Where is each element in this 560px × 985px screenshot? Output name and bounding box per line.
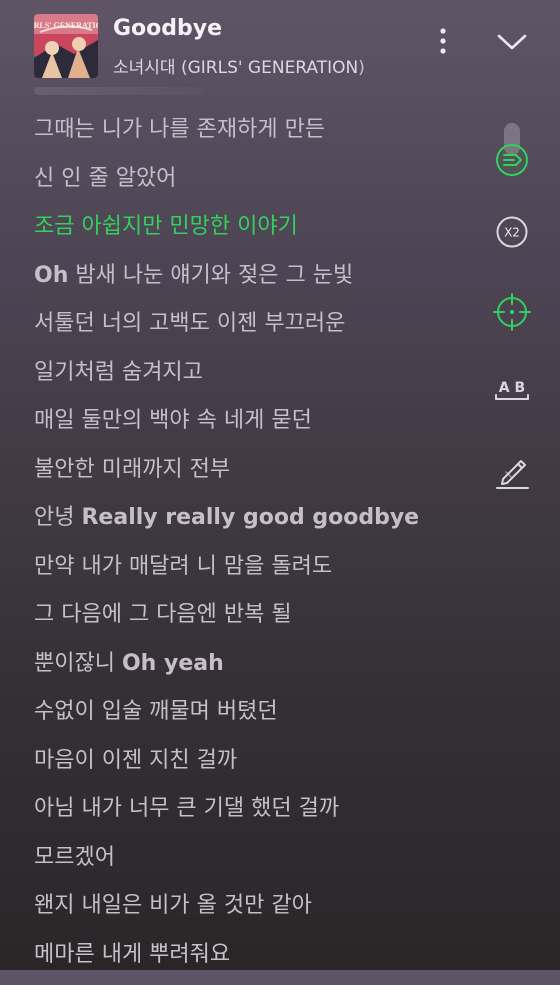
lyric-line[interactable]: 서툴던 너의 고백도 이젠 부끄러운	[34, 306, 474, 355]
lyric-line[interactable]: 마음이 이젠 지친 걸까	[34, 743, 474, 792]
lyric-line[interactable]: 왠지 내일은 비가 올 것만 같아	[34, 888, 474, 937]
lyric-text: 밤새 나눈 얘기와 젖은 그 눈빛	[68, 263, 353, 288]
lyrics-list: 그때는 니가 나를 존재하게 만든신 인 줄 알았어조금 아쉽지만 민망한 이야…	[34, 112, 474, 985]
lyric-text: 신 인 줄 알았어	[34, 166, 176, 191]
lyric-line[interactable]: 만약 내가 매달려 니 맘을 돌려도	[34, 549, 474, 598]
previous-lyric-fade	[34, 87, 204, 95]
lyric-text: 왠지 내일은 비가 올 것만 같아	[34, 893, 312, 918]
lyric-text: 그 다음에 그 다음엔 반복 될	[34, 602, 292, 627]
lyric-line[interactable]: 모르겠어	[34, 840, 474, 889]
lyric-text: 안녕	[34, 505, 81, 530]
lyric-text: 그때는 니가 나를 존재하게 만든	[34, 117, 325, 142]
lyric-line[interactable]: 그때는 니가 나를 존재하게 만든	[34, 112, 474, 161]
locate-current-button[interactable]	[490, 290, 534, 334]
album-art-image: GIRLS' GENERATION	[34, 14, 98, 78]
album-art[interactable]: GIRLS' GENERATION	[34, 14, 98, 78]
chevron-down-icon	[494, 28, 530, 56]
artist-name[interactable]: 소녀시대 (GIRLS' GENERATION)	[113, 53, 395, 78]
lyric-text: Really really good goodbye	[81, 505, 419, 530]
player-header: GIRLS' GENERATION Goodbye 소녀시대 (GIRLS' G…	[0, 0, 560, 90]
lyric-text: 아님 내가 너무 큰 기댈 했던 걸까	[34, 796, 339, 821]
lyric-line[interactable]: 그 다음에 그 다음엔 반복 될	[34, 597, 474, 646]
lyric-text: 일기처럼 숨겨지고	[34, 360, 203, 385]
lyric-text: 모르겠어	[34, 845, 115, 870]
song-title: Goodbye	[113, 16, 222, 41]
lyric-line[interactable]: 아님 내가 너무 큰 기댈 했던 걸까	[34, 791, 474, 840]
svg-text:A B: A B	[499, 380, 525, 396]
lyric-text: 만약 내가 매달려 니 맘을 돌려도	[34, 554, 332, 579]
collapse-button[interactable]	[494, 28, 530, 56]
svg-text:X2: X2	[504, 226, 520, 240]
translate-button[interactable]: A B	[490, 368, 534, 412]
edit-lyrics-button[interactable]	[490, 450, 534, 494]
lyric-text: 조금 아쉽지만 민망한 이야기	[34, 214, 298, 239]
lyric-line[interactable]: 불안한 미래까지 전부	[34, 452, 474, 501]
auto-scroll-icon	[490, 138, 534, 182]
crosshair-icon	[490, 290, 534, 334]
lyric-text: 뿐이잖니	[34, 651, 122, 676]
lyric-line[interactable]: 안녕 Really really good goodbye	[34, 500, 474, 549]
lyric-text: 마음이 이젠 지친 걸까	[34, 748, 237, 773]
lyric-text: 메마른 내게 뿌려줘요	[34, 942, 230, 967]
lyric-line[interactable]: 매일 둘만의 백야 속 네게 묻던	[34, 403, 474, 452]
lyric-text: Oh yeah	[122, 651, 224, 676]
auto-scroll-button[interactable]	[490, 138, 534, 182]
lyric-text: Oh	[34, 263, 68, 288]
lyric-line[interactable]: 뿐이잖니 Oh yeah	[34, 646, 474, 695]
lyric-line[interactable]: 메마른 내게 뿌려줘요	[34, 937, 474, 985]
translate-icon: A B	[490, 368, 534, 412]
speed-button[interactable]: X2	[490, 210, 534, 254]
speed-icon: X2	[490, 210, 534, 254]
more-options-button[interactable]	[430, 26, 456, 56]
lyric-text: 매일 둘만의 백야 속 네게 묻던	[34, 408, 312, 433]
lyric-line[interactable]: 수없이 입술 깨물며 버텼던	[34, 694, 474, 743]
lyric-line[interactable]: Oh 밤새 나눈 얘기와 젖은 그 눈빛	[34, 258, 474, 307]
lyric-line[interactable]: 신 인 줄 알았어	[34, 161, 474, 210]
lyric-text: 서툴던 너의 고백도 이젠 부끄러운	[34, 311, 345, 336]
pen-icon	[490, 450, 534, 494]
lyric-line[interactable]: 일기처럼 숨겨지고	[34, 355, 474, 404]
svg-text:GIRLS' GENERATION: GIRLS' GENERATION	[34, 21, 98, 30]
lyric-tools: X2 A B	[490, 118, 540, 498]
current-lyric-line[interactable]: 조금 아쉽지만 민망한 이야기	[34, 209, 474, 258]
more-vertical-icon	[430, 26, 456, 56]
lyric-text: 불안한 미래까지 전부	[34, 457, 230, 482]
lyric-text: 수없이 입술 깨물며 버텼던	[34, 699, 278, 724]
